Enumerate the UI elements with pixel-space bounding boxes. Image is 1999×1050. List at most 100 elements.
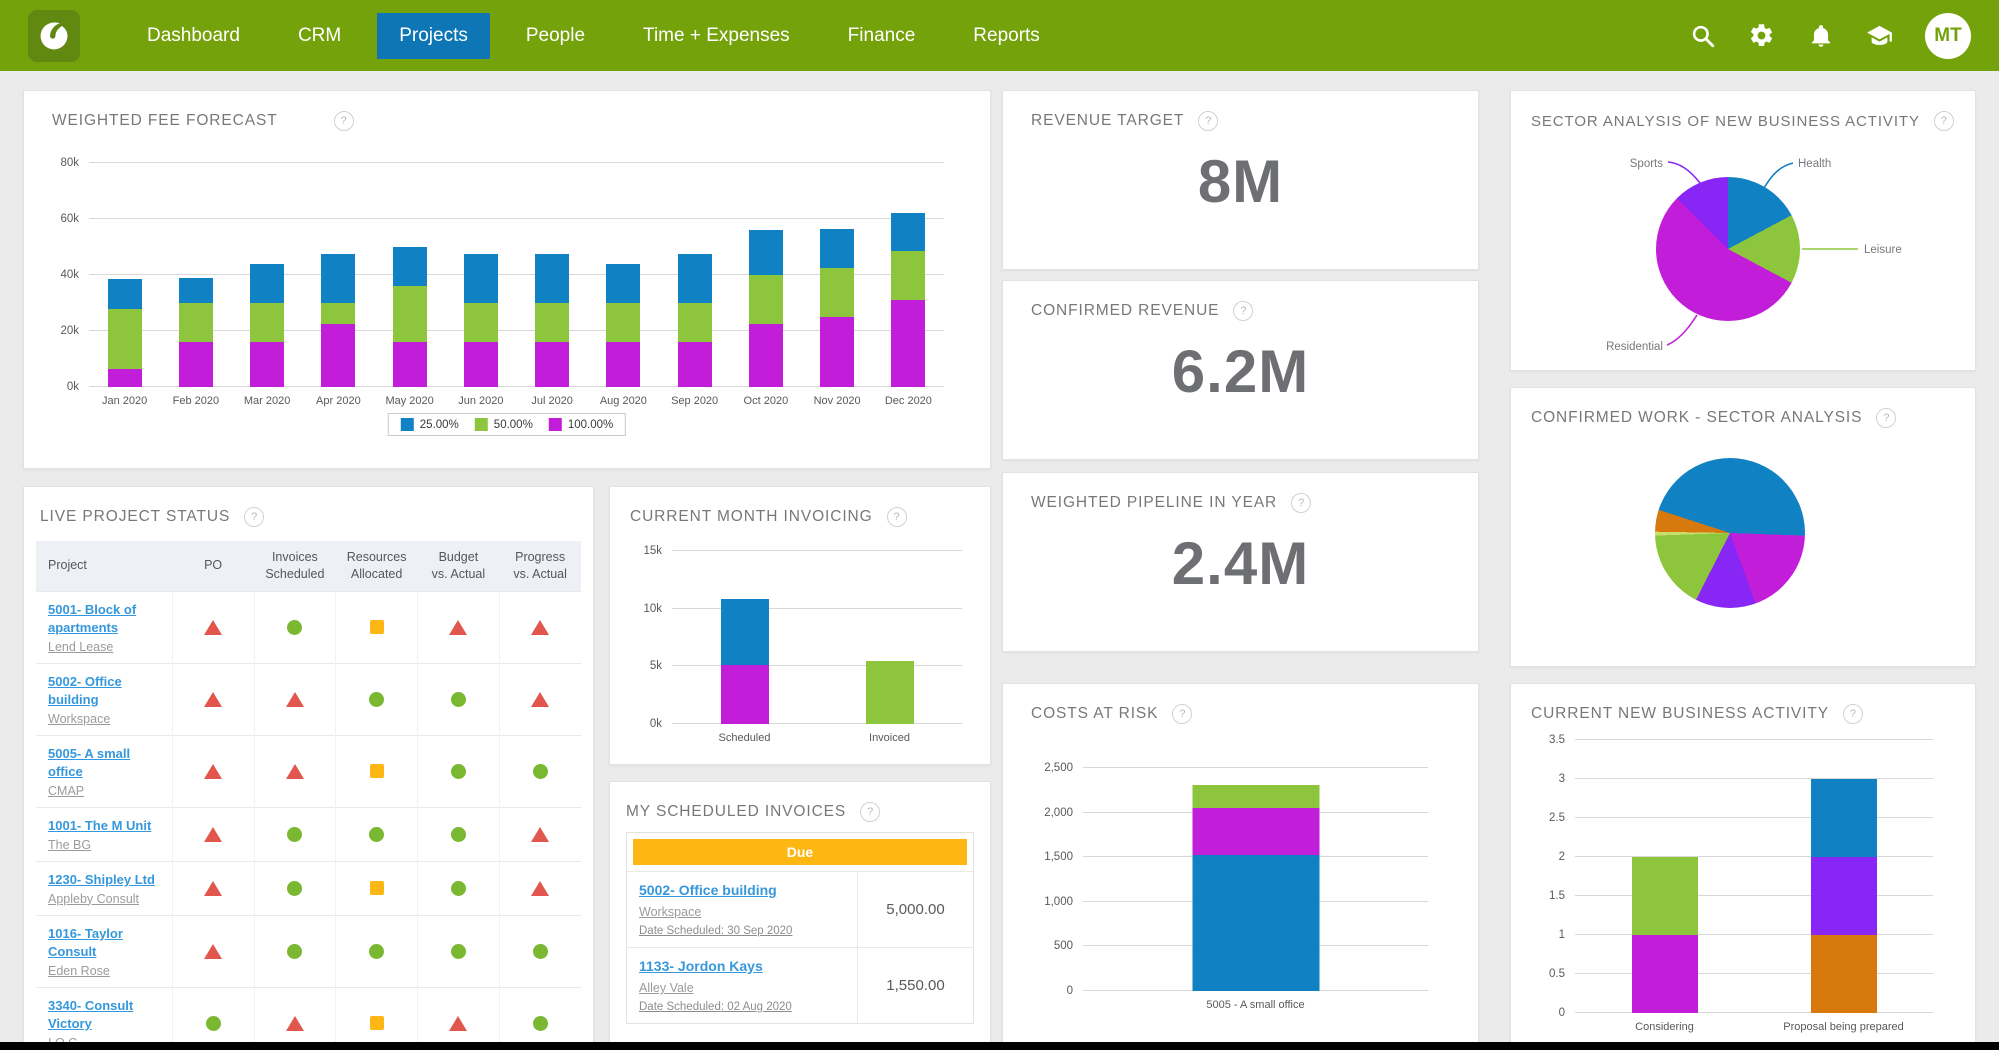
bar-segment	[179, 342, 213, 387]
help-icon[interactable]: ?	[1876, 408, 1896, 428]
help-icon[interactable]: ?	[1172, 704, 1192, 724]
bar-slot: Sep 2020	[659, 163, 730, 387]
project-link[interactable]: 5002- Office building	[48, 674, 122, 707]
nav-right: MT	[1689, 13, 1971, 59]
green-circle-icon	[369, 827, 384, 842]
app-logo[interactable]	[28, 10, 80, 62]
status-cell	[172, 735, 254, 807]
legend-swatch	[401, 418, 414, 431]
bar-segment	[678, 342, 712, 387]
menu-item-people[interactable]: People	[504, 13, 607, 59]
menu-item-projects[interactable]: Projects	[377, 13, 490, 59]
x-axis-label: Jul 2020	[531, 395, 573, 407]
card-title: WEIGHTED PIPELINE IN YEAR	[1031, 494, 1277, 512]
y-axis-tick: 0.5	[1549, 968, 1565, 980]
red-triangle-icon	[204, 764, 222, 779]
bar-segment	[749, 324, 783, 387]
status-cell	[336, 591, 418, 663]
project-link[interactable]: 5001- Block of apartments	[48, 602, 136, 635]
help-icon[interactable]: ?	[860, 802, 880, 822]
gear-icon[interactable]	[1748, 22, 1775, 49]
help-icon[interactable]: ?	[1233, 301, 1253, 321]
bar-slot: Oct 2020	[730, 163, 801, 387]
menu-item-reports[interactable]: Reports	[951, 13, 1062, 59]
column-header: Progressvs. Actual	[499, 541, 581, 591]
main-menu: Dashboard CRM Projects People Time + Exp…	[125, 13, 1062, 59]
project-client: Workspace	[48, 712, 166, 726]
revenue-target-value: 8M	[1003, 147, 1478, 216]
stacked-bar	[464, 163, 498, 387]
status-cell	[254, 663, 336, 735]
user-avatar[interactable]: MT	[1925, 13, 1971, 59]
stacked-bar	[891, 163, 925, 387]
invoice-client: Workspace	[639, 905, 849, 919]
bar-slot: May 2020	[374, 163, 445, 387]
leader-line-sports	[1668, 162, 1700, 183]
search-icon[interactable]	[1689, 22, 1716, 49]
invoice-project-link[interactable]: 5002- Office building	[639, 882, 777, 898]
confirmed-revenue-value: 6.2M	[1003, 337, 1478, 406]
x-axis-label: Sep 2020	[671, 395, 718, 407]
project-cell: 1016- Taylor ConsultEden Rose	[36, 915, 172, 987]
stacked-bar	[535, 163, 569, 387]
legend-item: 100.00%	[549, 418, 613, 431]
bar-segment	[321, 303, 355, 324]
status-cell	[499, 987, 581, 1050]
table-row: 3340- Consult VictoryI.O.C	[36, 987, 581, 1050]
project-client: The BG	[48, 838, 166, 852]
card-title: MY SCHEDULED INVOICES	[626, 803, 846, 821]
menu-item-finance[interactable]: Finance	[826, 13, 938, 59]
invoice-project-link[interactable]: 1133- Jordon Kays	[639, 958, 763, 974]
red-triangle-icon	[286, 764, 304, 779]
green-circle-icon	[451, 944, 466, 959]
red-triangle-icon	[286, 692, 304, 707]
help-icon[interactable]: ?	[1291, 493, 1311, 513]
green-circle-icon	[287, 944, 302, 959]
graduation-cap-icon[interactable]	[1866, 22, 1893, 49]
project-link[interactable]: 5005- A small office	[48, 746, 130, 779]
bar-segment	[678, 254, 712, 303]
status-cell	[418, 735, 500, 807]
bell-icon[interactable]	[1807, 22, 1834, 49]
y-axis-tick: 2,500	[1044, 762, 1073, 774]
stacked-bar	[250, 163, 284, 387]
bars-area: Jan 2020Feb 2020Mar 2020Apr 2020May 2020…	[89, 163, 944, 387]
column-header: Budgetvs. Actual	[418, 541, 500, 591]
project-link[interactable]: 1016- Taylor Consult	[48, 926, 123, 959]
bar-segment	[820, 268, 854, 317]
card-costs-at-risk: COSTS AT RISK ? 05001,0001,5002,0002,500…	[1002, 683, 1479, 1050]
project-link[interactable]: 3340- Consult Victory	[48, 998, 133, 1031]
project-link[interactable]: 1001- The M Unit	[48, 818, 151, 833]
bar-segment	[721, 599, 769, 665]
card-title: CURRENT MONTH INVOICING	[630, 508, 873, 526]
red-triangle-icon	[204, 692, 222, 707]
legend-label: 25.00%	[420, 419, 459, 431]
x-axis-label: Apr 2020	[316, 395, 361, 407]
column-header: Project	[36, 541, 172, 591]
project-link[interactable]: 1230- Shipley Ltd	[48, 872, 155, 887]
red-triangle-icon	[531, 620, 549, 635]
help-icon[interactable]: ?	[334, 111, 354, 131]
bar-segment	[678, 303, 712, 342]
menu-item-time-expenses[interactable]: Time + Expenses	[621, 13, 812, 59]
help-icon[interactable]: ?	[1843, 704, 1863, 724]
bar-slot: Feb 2020	[160, 163, 231, 387]
bar-segment	[535, 342, 569, 387]
bar-slot: Mar 2020	[232, 163, 303, 387]
due-banner: Due	[633, 839, 967, 865]
help-icon[interactable]: ?	[1198, 111, 1218, 131]
current-month-invoicing-chart: 0k5k10k15kScheduledInvoiced	[672, 551, 962, 724]
pie-label-sports: Sports	[1630, 158, 1663, 170]
bar-segment	[891, 300, 925, 387]
menu-item-crm[interactable]: CRM	[276, 13, 363, 59]
y-axis-tick: 2	[1559, 851, 1565, 863]
chart-legend: 25.00%50.00%100.00%	[388, 413, 626, 436]
legend-label: 100.00%	[568, 419, 613, 431]
help-icon[interactable]: ?	[887, 507, 907, 527]
help-icon[interactable]: ?	[244, 507, 264, 527]
menu-item-dashboard[interactable]: Dashboard	[125, 13, 262, 59]
bar-segment	[820, 317, 854, 387]
stacked-bar	[1192, 768, 1319, 991]
help-icon[interactable]: ?	[1934, 111, 1954, 131]
bar-segment	[393, 286, 427, 342]
